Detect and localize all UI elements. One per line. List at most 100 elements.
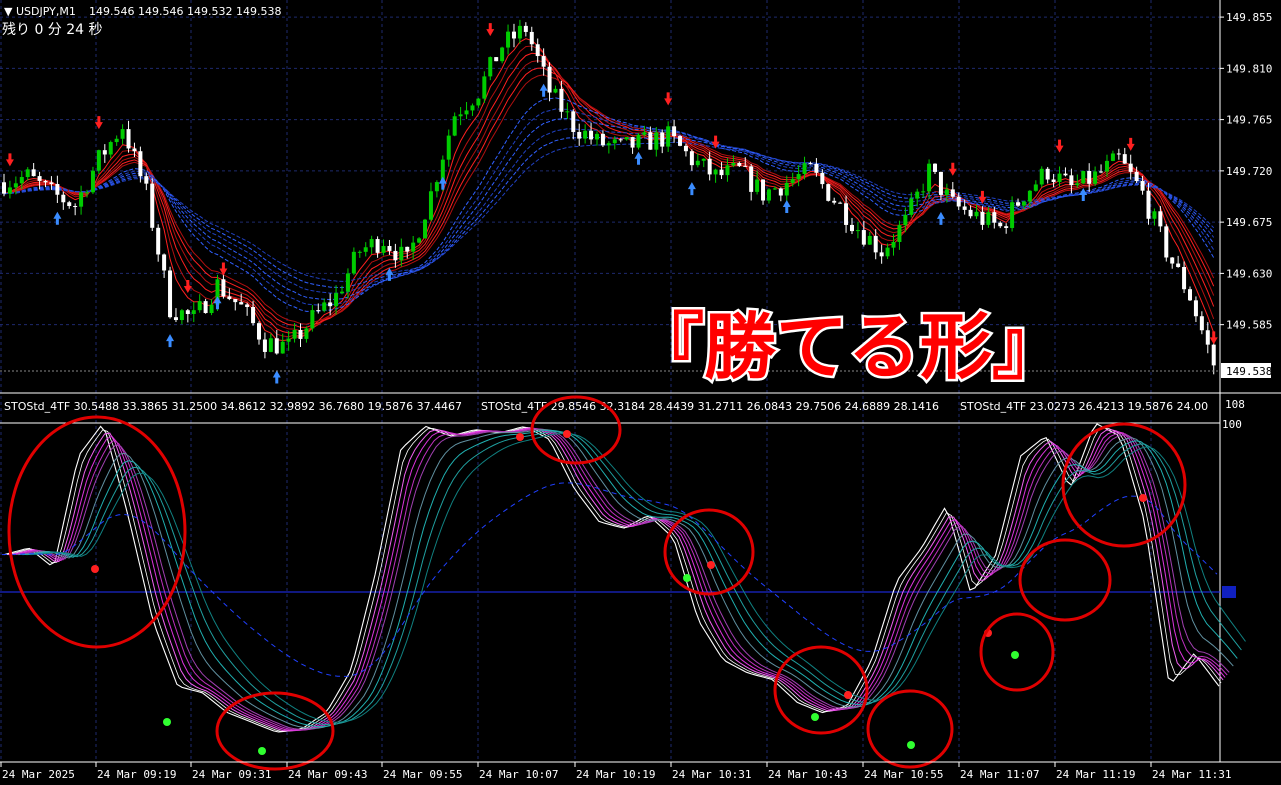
candle-body (227, 296, 232, 300)
candle-body (334, 293, 339, 307)
candle-body (731, 163, 736, 166)
candle-body (595, 133, 599, 140)
bar-timer: 残り 0 分 24 秒 (2, 22, 103, 38)
candle-body (571, 111, 576, 132)
candle-body (873, 235, 878, 253)
candle-body (1164, 226, 1169, 258)
candle-body (1081, 170, 1086, 184)
candle-body (446, 135, 451, 160)
candle-body (310, 310, 315, 329)
candle-body (1004, 226, 1009, 228)
candle-body (256, 323, 261, 340)
candle-body (802, 163, 807, 174)
sell-signal-dot (844, 691, 852, 699)
sell-signal-dot (1139, 494, 1147, 502)
candle-body (950, 189, 955, 197)
candle-body (1021, 201, 1026, 206)
candle-body (695, 160, 700, 166)
indicator-mid-marker (1222, 586, 1236, 598)
candle-body (1104, 160, 1109, 172)
candle-body (1075, 183, 1080, 186)
candle-body (1211, 344, 1216, 366)
candle-body (1099, 171, 1104, 173)
candle-body (19, 177, 24, 184)
candle-body (790, 179, 795, 183)
candle-body (648, 132, 653, 150)
candle-body (245, 304, 250, 307)
candle-body (500, 47, 505, 62)
candle-body (102, 150, 107, 155)
candle-body (654, 132, 659, 150)
candle-body (411, 242, 416, 252)
candle-body (274, 338, 279, 354)
candle-body (506, 31, 511, 48)
candle-body (428, 191, 433, 220)
mt4-chart-window[interactable]: 149.855 149.810 149.765 149.720 149.675 149.6… (0, 0, 1281, 785)
candle-body (96, 150, 101, 171)
candle-body (262, 339, 267, 352)
time-tick-label: 24 Mar 10:31 (672, 768, 751, 781)
time-tick-label: 24 Mar 2025 (2, 768, 75, 781)
chart-ohlc: 149.546 149.546 149.532 149.538 (89, 5, 281, 18)
candle-body (927, 163, 932, 192)
candle-body (1140, 181, 1145, 191)
candle-body (251, 306, 256, 324)
price-tick-label: 149.720 (1226, 165, 1272, 178)
candle-body (743, 165, 748, 167)
candle-body (405, 246, 410, 252)
candle-body (393, 250, 398, 261)
candle-body (719, 169, 724, 176)
candle-body (203, 301, 208, 314)
candle-body (1182, 266, 1187, 290)
candle-body (37, 176, 42, 181)
candle-body (938, 171, 943, 195)
candle-body (867, 235, 872, 245)
candle-body (1170, 257, 1175, 264)
candle-body (55, 184, 60, 195)
time-tick-label: 24 Mar 10:55 (864, 768, 943, 781)
candle-body (974, 211, 979, 217)
candle-body (772, 188, 777, 190)
time-tick-label: 24 Mar 10:07 (479, 768, 558, 781)
candle-body (1199, 316, 1204, 331)
candle-body (885, 247, 890, 257)
candle-body (298, 329, 303, 339)
candle-body (921, 191, 926, 193)
chart-title-arrow[interactable]: ▼ (4, 5, 13, 18)
candle-body (85, 192, 90, 194)
price-tick-label: 149.675 (1226, 216, 1272, 229)
candle-body (322, 302, 327, 311)
candle-body (73, 206, 78, 208)
candle-body (832, 200, 837, 203)
candle-body (565, 111, 570, 113)
candle-body (114, 138, 119, 143)
candle-body (126, 129, 131, 149)
candle-body (1193, 300, 1198, 317)
candle-body (814, 163, 819, 173)
candle-body (144, 176, 149, 184)
candle-body (185, 310, 190, 314)
candle-body (933, 163, 938, 172)
candle-body (891, 241, 896, 248)
candle-body (618, 139, 623, 141)
candle-body (559, 88, 564, 112)
candle-body (838, 202, 843, 204)
candle-body (600, 133, 605, 146)
candle-body (737, 163, 742, 166)
candle-body (1063, 173, 1068, 176)
candle-body (796, 173, 801, 180)
price-tick-label: 149.630 (1226, 267, 1272, 280)
candle-body (351, 251, 356, 274)
candle-body (470, 105, 475, 111)
candle-body (345, 273, 350, 292)
candle-body (725, 165, 730, 176)
candle-body (1152, 211, 1157, 219)
candle-body (642, 132, 647, 135)
candle-body (328, 302, 333, 307)
candle-body (233, 299, 238, 303)
candle-body (369, 239, 374, 248)
candle-body (138, 151, 143, 177)
candle-body (589, 130, 594, 140)
time-tick-label: 24 Mar 11:07 (960, 768, 1039, 781)
candle-body (375, 239, 380, 253)
